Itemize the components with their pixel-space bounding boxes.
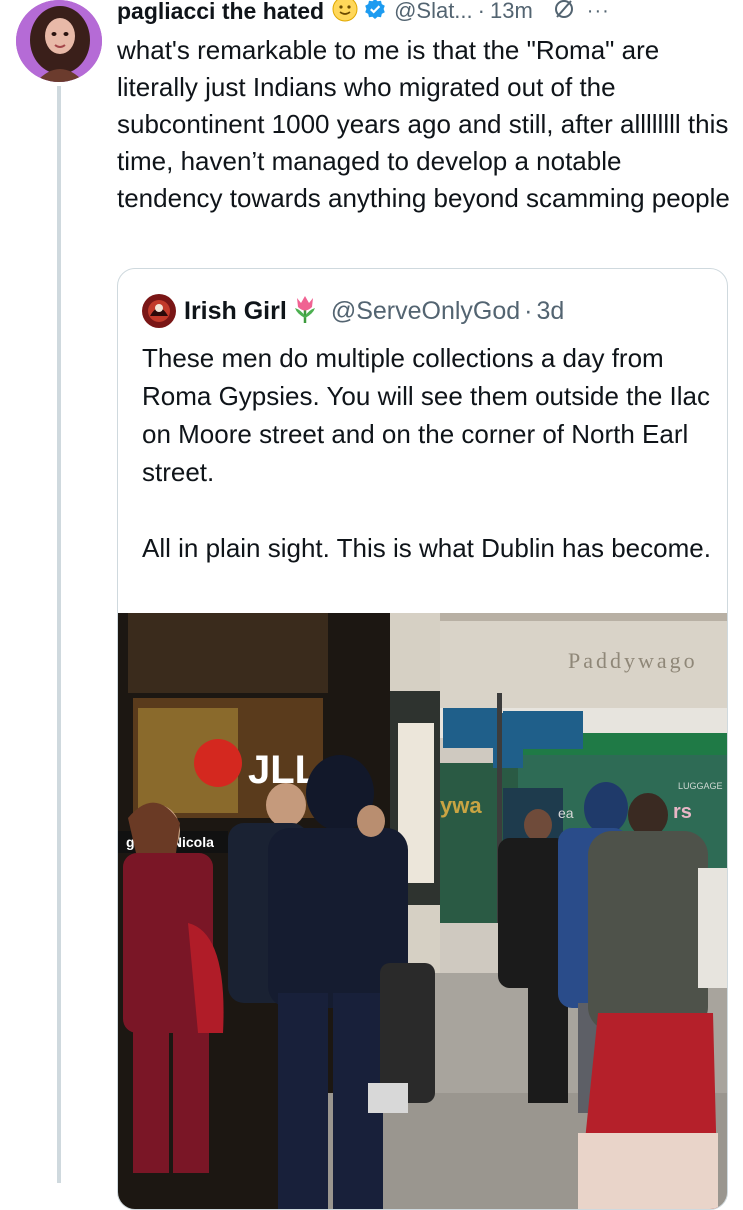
author-name[interactable]: pagliacci the hated (117, 0, 324, 25)
separator-dot: · (477, 0, 485, 23)
thread-line (57, 86, 61, 1183)
author-handle[interactable]: @Slat... (394, 0, 473, 24)
face-emoji-icon (332, 0, 358, 27)
rs-sign: rs (673, 801, 692, 823)
quote-header: Irish Girl @ServeOnlyGod · 3d (142, 293, 564, 329)
tweet-text: what's remarkable to me is that the "Rom… (117, 35, 730, 213)
quote-separator-dot: · (524, 296, 533, 325)
luggage-sign: LUGGAGE (678, 781, 723, 791)
grok-icon[interactable] (553, 0, 575, 25)
verified-badge-icon (364, 0, 386, 25)
ea-sign: ea (558, 805, 574, 821)
quote-avatar[interactable] (142, 294, 176, 328)
tulip-emoji-icon (291, 294, 319, 329)
avatar[interactable] (16, 0, 102, 82)
quote-author-handle[interactable]: @ServeOnlyGod (331, 297, 520, 326)
more-icon[interactable]: ··· (587, 0, 610, 23)
quote-text: These men do multiple collections a day … (142, 343, 711, 563)
ywa-sign: ywa (440, 793, 482, 818)
quote-photo[interactable]: Paddywago rs LUGGAGE ywa ea JLL Nicola (118, 613, 727, 1209)
quoted-tweet[interactable]: Irish Girl @ServeOnlyGod · 3d These men … (117, 268, 728, 1210)
paddywagon-sign: Paddywago (568, 648, 698, 673)
quote-timestamp[interactable]: 3d (536, 297, 564, 326)
tweet-header: pagliacci the hated @Slat... · 13m ··· (117, 0, 737, 28)
quote-author-name[interactable]: Irish Girl (184, 297, 287, 326)
timestamp[interactable]: 13m (490, 0, 533, 24)
